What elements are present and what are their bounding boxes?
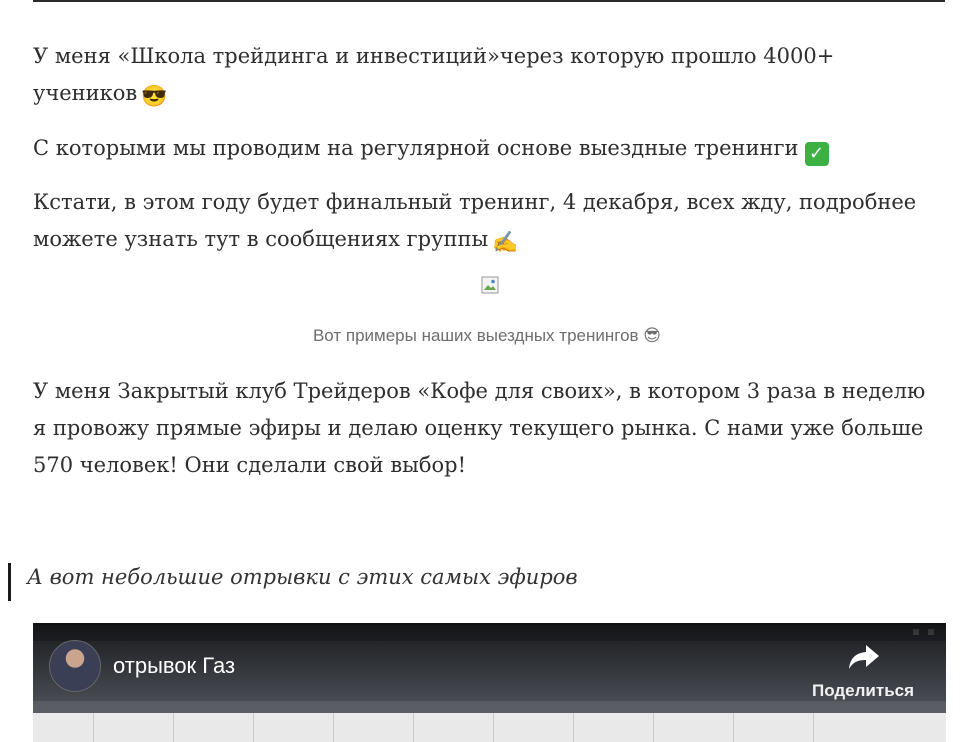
paragraph-trainings: С которыми мы проводим на регулярной осн… [33, 130, 945, 167]
sunglasses-emoji-icon: 😎 [643, 326, 662, 345]
video-frame-canvas [33, 713, 946, 742]
paragraph-trainings-text: С которыми мы проводим на регулярной осн… [33, 136, 799, 160]
image-caption: Вот примеры наших выездных тренингов 😎 [0, 326, 974, 346]
paragraph-school: У меня «Школа трейдинга и инвестиций»чер… [33, 38, 945, 115]
paragraph-final-training-text: Кстати, в этом году будет финальный трен… [33, 190, 917, 251]
quote-bar [8, 563, 11, 601]
check-mark-icon: ✓ [804, 142, 829, 166]
share-button[interactable]: Поделиться [812, 681, 914, 701]
channel-avatar[interactable] [49, 640, 101, 692]
paragraph-club: У меня Закрытый клуб Трейдеров «Кофе для… [33, 379, 926, 477]
image-caption-text: Вот примеры наших выездных тренингов [312, 326, 639, 345]
quote-text: А вот небольшие отрывки с этих самых эфи… [27, 565, 578, 589]
sunglasses-emoji-icon: 😎 [141, 84, 168, 108]
paragraph-final-training: Кстати, в этом году будет финальный трен… [33, 184, 945, 261]
broken-image-icon [481, 276, 499, 294]
writing-hand-emoji-icon: ✍ [492, 230, 519, 254]
share-arrow-icon[interactable] [848, 643, 880, 671]
video-title[interactable]: отрывок Газ [113, 653, 235, 679]
video-player[interactable]: отрывок Газ Поделиться [33, 623, 946, 742]
top-divider [33, 0, 945, 2]
